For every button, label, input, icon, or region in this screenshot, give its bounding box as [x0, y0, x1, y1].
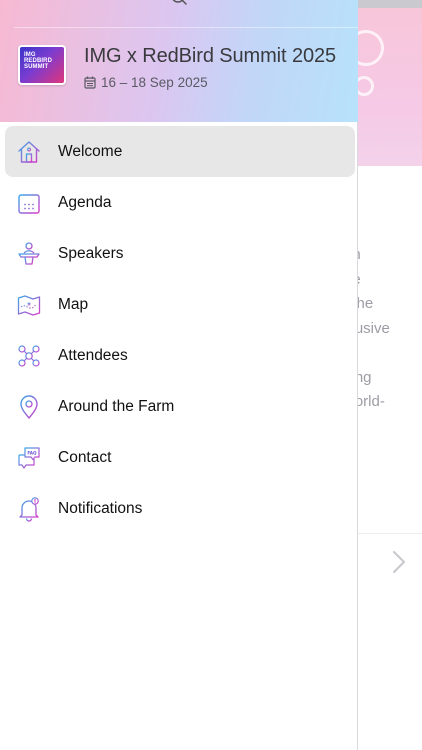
drawer-menu: Welcome Agenda Speakers Map Attendees Ar…: [0, 126, 358, 534]
background-divider: [358, 533, 422, 534]
menu-item-label: Agenda: [58, 193, 112, 211]
background-text-line: clusive: [358, 319, 390, 337]
background-text-line: king: [358, 368, 372, 386]
logo-text-line: SUMMIT: [24, 64, 49, 70]
background-hero-banner: [358, 8, 422, 166]
menu-item-around-the-farm[interactable]: Around the Farm: [0, 381, 358, 432]
location-pin-icon: [16, 394, 42, 420]
menu-item-label: Attendees: [58, 346, 128, 364]
menu-item-contact[interactable]: FAQ Contact: [0, 432, 358, 483]
header-divider: [14, 27, 358, 28]
menu-item-label: Contact: [58, 448, 112, 466]
menu-item-speakers[interactable]: Speakers: [0, 228, 358, 279]
chevron-right-icon[interactable]: [390, 548, 408, 576]
calendar-icon: [16, 190, 42, 216]
background-text-line: world-: [358, 393, 385, 410]
background-body-text: on ne t the clusive t king world-: [358, 243, 422, 415]
calendar-small-icon: [84, 76, 96, 89]
menu-item-attendees[interactable]: Attendees: [0, 330, 358, 381]
bell-icon: [16, 496, 42, 522]
home-icon: [16, 139, 42, 165]
drawer-header: IMG REDBIRD SUMMIT IMG x RedBird Summit …: [0, 0, 358, 122]
menu-item-map[interactable]: Map: [0, 279, 358, 330]
faq-chat-icon: FAQ: [16, 445, 42, 471]
speaker-podium-icon: [16, 241, 42, 267]
background-text-line: t: [358, 341, 422, 366]
event-title: IMG x RedBird Summit 2025: [84, 45, 337, 67]
side-drawer: IMG REDBIRD SUMMIT IMG x RedBird Summit …: [0, 0, 358, 750]
event-logo: IMG REDBIRD SUMMIT: [18, 45, 66, 85]
attendees-network-icon: [16, 343, 42, 369]
menu-item-label: Map: [58, 295, 89, 313]
event-dates-text: 16 – 18 Sep 2025: [101, 74, 208, 90]
background-text-line: ne: [358, 268, 422, 293]
background-text-line: on: [358, 243, 422, 268]
event-dates: 16 – 18 Sep 2025: [84, 73, 208, 91]
svg-text:FAQ: FAQ: [27, 450, 37, 455]
menu-item-label: Speakers: [58, 244, 124, 262]
background-text-line: t the: [358, 295, 374, 312]
menu-item-label: Welcome: [58, 142, 123, 160]
menu-item-label: Notifications: [58, 499, 143, 517]
background-top-bar: [358, 0, 422, 8]
menu-item-welcome[interactable]: Welcome: [0, 126, 358, 177]
menu-item-notifications[interactable]: Notifications: [0, 483, 358, 534]
map-icon: [16, 292, 42, 318]
menu-item-label: Around the Farm: [58, 397, 175, 415]
menu-item-agenda[interactable]: Agenda: [0, 177, 358, 228]
search-icon[interactable]: [172, 0, 188, 8]
